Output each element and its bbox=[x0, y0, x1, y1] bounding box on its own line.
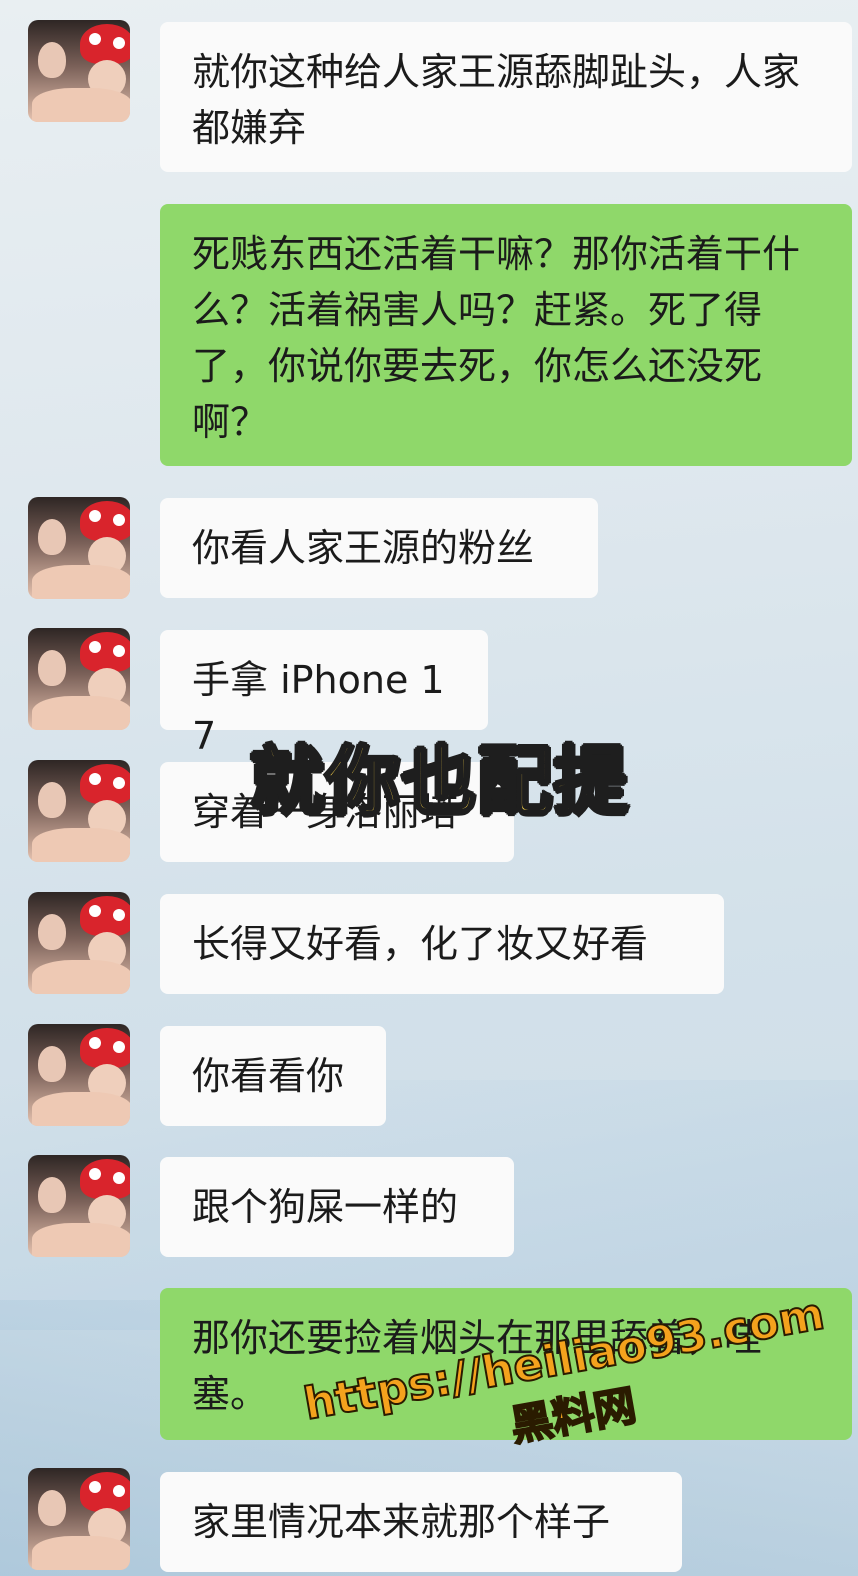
contact-avatar[interactable] bbox=[28, 1468, 130, 1570]
avatar-figure bbox=[32, 1223, 130, 1257]
avatar-figure bbox=[32, 696, 130, 730]
incoming-message-bubble[interactable]: 手拿 iPhone 17 bbox=[160, 630, 488, 758]
contact-avatar[interactable] bbox=[28, 760, 130, 862]
avatar-hat bbox=[80, 1159, 130, 1199]
incoming-message-bubble[interactable]: 就你这种给人家王源舔脚趾头，人家都嫌弃 bbox=[160, 22, 852, 172]
avatar-hat bbox=[80, 896, 130, 936]
incoming-message-bubble[interactable]: 长得又好看，化了妆又好看 bbox=[160, 894, 724, 994]
outgoing-message-bubble[interactable]: 死贱东西还活着干嘛？那你活着干什么？活着祸害人吗？赶紧。死了得了，你说你要去死，… bbox=[160, 204, 852, 466]
avatar-figure bbox=[38, 650, 66, 686]
contact-avatar[interactable] bbox=[28, 20, 130, 122]
contact-avatar[interactable] bbox=[28, 892, 130, 994]
avatar-hat bbox=[80, 24, 130, 64]
avatar-hat bbox=[80, 501, 130, 541]
contact-avatar[interactable] bbox=[28, 1155, 130, 1257]
avatar-figure bbox=[32, 1092, 130, 1126]
avatar-figure bbox=[38, 914, 66, 950]
avatar-hat bbox=[80, 764, 130, 804]
avatar-hat bbox=[80, 1472, 130, 1512]
contact-avatar[interactable] bbox=[28, 628, 130, 730]
avatar-figure bbox=[32, 88, 130, 122]
avatar-figure bbox=[38, 1046, 66, 1082]
avatar-figure bbox=[38, 42, 66, 78]
incoming-message-bubble[interactable]: 你看看你 bbox=[160, 1026, 386, 1126]
video-caption: 就你也配提 bbox=[249, 738, 630, 827]
avatar-figure bbox=[32, 828, 130, 862]
avatar-figure bbox=[38, 782, 66, 818]
incoming-message-bubble[interactable]: 你看人家王源的粉丝 bbox=[160, 498, 598, 598]
avatar-figure bbox=[32, 960, 130, 994]
avatar-figure bbox=[38, 519, 66, 555]
incoming-message-bubble[interactable]: 跟个狗屎一样的 bbox=[160, 1157, 514, 1257]
avatar-figure bbox=[38, 1490, 66, 1526]
avatar-figure bbox=[32, 565, 130, 599]
avatar-figure bbox=[32, 1536, 130, 1570]
contact-avatar[interactable] bbox=[28, 497, 130, 599]
avatar-hat bbox=[80, 1028, 130, 1068]
avatar-hat bbox=[80, 632, 130, 672]
avatar-figure bbox=[38, 1177, 66, 1213]
contact-avatar[interactable] bbox=[28, 1024, 130, 1126]
